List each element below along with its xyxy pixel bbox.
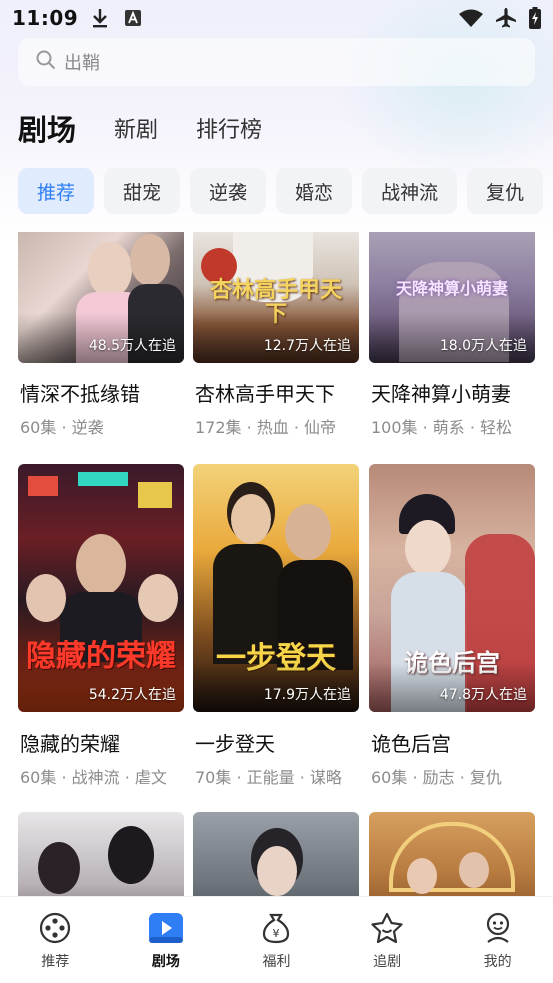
drama-title[interactable]: 诡色后宫 [371, 728, 451, 757]
drama-title[interactable]: 一步登天 [195, 728, 275, 757]
tab-ranking[interactable]: 排行榜 [196, 112, 262, 144]
follower-count: 18.0万人在追 [439, 338, 527, 354]
drama-card[interactable]: 诡色后宫 47.8万人在追 诡色后宫 60集 · 励志 · 复仇 [369, 464, 535, 787]
bottom-tab-recommend[interactable]: 推荐 [0, 897, 111, 983]
search-icon [36, 50, 56, 74]
main-tabs: 剧场 新剧 排行榜 [18, 100, 300, 156]
drama-poster[interactable]: 天降神算小萌妻 18.0万人在追 [369, 232, 535, 363]
drama-poster[interactable]: 48.5万人在追 [18, 232, 184, 363]
tab-new-dramas[interactable]: 新剧 [114, 112, 158, 144]
drama-card[interactable] [18, 812, 184, 896]
drama-meta: 70集 · 正能量 · 谋略 [195, 768, 342, 787]
search-bar[interactable]: 出鞘 [18, 38, 535, 86]
category-chip-comeback[interactable]: 逆袭 [190, 168, 267, 214]
bottom-tab-rewards[interactable]: ¥ 福利 [221, 897, 332, 983]
drama-meta: 60集 · 战神流 · 虐文 [20, 768, 167, 787]
drama-title[interactable]: 天降神算小萌妻 [371, 378, 511, 407]
play-icon [148, 911, 183, 945]
bottom-tab-theater[interactable]: 剧场 [111, 897, 222, 983]
drama-card[interactable]: 48.5万人在追 情深不抵缘错 60集 · 逆袭 [18, 232, 184, 442]
money-bag-icon: ¥ [259, 911, 293, 945]
film-reel-icon [38, 911, 72, 945]
drama-title[interactable]: 杏林高手甲天下 [195, 378, 335, 407]
tab-theater[interactable]: 剧场 [18, 101, 99, 151]
status-bar: 11:09 [0, 0, 553, 36]
drama-meta: 60集 · 励志 · 复仇 [371, 768, 502, 787]
drama-poster[interactable]: 杏林高手甲天下 12.7万人在追 [193, 232, 359, 363]
download-icon [90, 7, 110, 29]
drama-meta: 60集 · 逆袭 [20, 418, 104, 437]
drama-card[interactable] [193, 812, 359, 896]
drama-card[interactable] [369, 812, 535, 896]
category-chip-sweet[interactable]: 甜宠 [104, 168, 181, 214]
follower-count: 54.2万人在追 [88, 687, 176, 703]
drama-poster[interactable] [193, 812, 359, 896]
follower-count: 48.5万人在追 [88, 338, 176, 354]
category-chip-revenge[interactable]: 复仇 [467, 168, 544, 214]
follower-count: 17.9万人在追 [263, 687, 351, 703]
bottom-tab-profile[interactable]: 我的 [442, 897, 553, 983]
airplane-mode-icon [495, 7, 517, 29]
battery-charging-icon [529, 7, 541, 29]
drama-poster[interactable]: 隐藏的荣耀 54.2万人在追 [18, 464, 184, 712]
bottom-tab-following[interactable]: 追剧 [332, 897, 443, 983]
drama-grid: 48.5万人在追 情深不抵缘错 60集 · 逆袭 杏林高手甲天下 12.7万人在… [0, 232, 553, 896]
drama-meta: 172集 · 热血 · 仙帝 [195, 418, 337, 437]
follower-count: 47.8万人在追 [439, 687, 527, 703]
drama-card[interactable]: 杏林高手甲天下 12.7万人在追 杏林高手甲天下 172集 · 热血 · 仙帝 [193, 232, 359, 442]
poster-title-art: 天降神算小萌妻 [395, 279, 508, 298]
follower-count: 12.7万人在追 [263, 338, 351, 354]
category-chip-romance[interactable]: 婚恋 [276, 168, 353, 214]
bottom-tab-label: 推荐 [41, 954, 70, 970]
drama-title[interactable]: 情深不抵缘错 [20, 378, 140, 407]
app-notification-icon [124, 9, 142, 27]
status-time: 11:09 [12, 6, 79, 30]
wifi-icon [459, 9, 483, 27]
drama-poster[interactable] [369, 812, 535, 896]
user-icon [481, 911, 515, 945]
drama-card[interactable]: 隐藏的荣耀 54.2万人在追 隐藏的荣耀 60集 · 战神流 · 虐文 [18, 464, 184, 787]
drama-poster[interactable]: 诡色后宫 47.8万人在追 [369, 464, 535, 712]
category-chip-war-god[interactable]: 战神流 [362, 168, 458, 214]
drama-poster[interactable] [18, 812, 184, 896]
svg-text:¥: ¥ [273, 927, 280, 940]
star-icon [370, 911, 404, 945]
category-chips: 推荐 甜宠 逆袭 婚恋 战神流 复仇 [18, 168, 544, 214]
drama-title[interactable]: 隐藏的荣耀 [20, 728, 120, 757]
drama-card[interactable]: 天降神算小萌妻 18.0万人在追 天降神算小萌妻 100集 · 萌系 · 轻松 [369, 232, 535, 442]
drama-meta: 100集 · 萌系 · 轻松 [371, 418, 513, 437]
drama-card[interactable]: 一步登天 17.9万人在追 一步登天 70集 · 正能量 · 谋略 [193, 464, 359, 787]
drama-poster[interactable]: 一步登天 17.9万人在追 [193, 464, 359, 712]
search-input[interactable]: 出鞘 [64, 49, 100, 75]
bottom-tab-label: 追剧 [373, 954, 402, 970]
bottom-tab-label: 福利 [262, 954, 291, 970]
bottom-tab-label: 剧场 [151, 954, 180, 970]
bottom-tab-bar: 推荐 剧场 ¥ 福利 追剧 我的 [0, 896, 553, 983]
category-chip-recommend[interactable]: 推荐 [18, 168, 95, 214]
bottom-tab-label: 我的 [483, 954, 512, 970]
